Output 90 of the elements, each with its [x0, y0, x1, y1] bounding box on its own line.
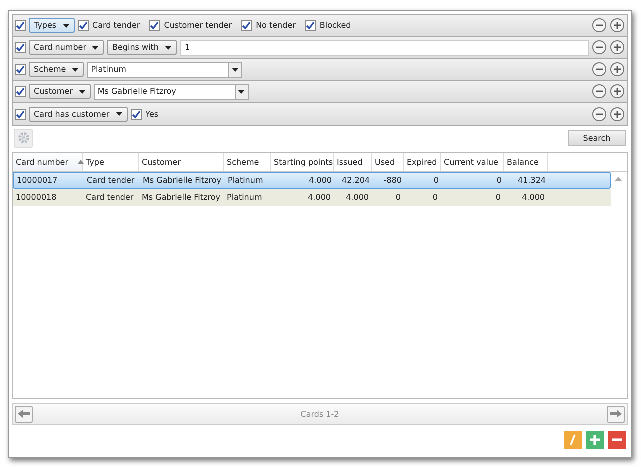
caret-icon	[238, 90, 246, 94]
right-arrow-icon	[610, 410, 622, 418]
checkmark-icon	[16, 110, 25, 118]
column-header[interactable]: Card number	[13, 153, 83, 171]
caret-icon	[116, 112, 123, 116]
table-cell-text: 10000017	[16, 176, 59, 185]
add-icon[interactable]	[610, 106, 625, 122]
gear-icon	[18, 132, 30, 144]
left-arrow-icon	[18, 410, 30, 418]
checkbox[interactable]	[15, 86, 26, 97]
column-header[interactable]: Type	[83, 153, 139, 171]
add-icon[interactable]	[610, 40, 625, 55]
checkmark-icon	[132, 110, 141, 118]
previous-button[interactable]	[15, 406, 33, 422]
table-cell-text: Platinum	[226, 193, 264, 202]
table-row[interactable]: 10000018 Card tender Ms Gabrielle Fitzroy Platinum 4.000 4.000 0 0 0 4.000	[13, 189, 611, 206]
table-row[interactable]: 10000017 Card tender Ms Gabrielle Fitzroy Platinum 4.000 42.204 -880 0 0 41.324	[13, 172, 611, 189]
table-cell-text: 10000018	[15, 193, 58, 202]
table-cell-text: Ms Gabrielle Fitzroy	[141, 193, 222, 202]
next-button[interactable]	[607, 406, 625, 422]
operator-dropdown[interactable]: Begins with	[107, 40, 177, 55]
field-dropdown[interactable]: Card has customer	[29, 106, 128, 122]
caret-icon	[78, 90, 86, 94]
column-header[interactable]: Expired	[404, 153, 441, 171]
remove-icon[interactable]	[592, 40, 607, 55]
table-cell-text: Card tender	[86, 176, 136, 185]
pencil-icon	[568, 434, 578, 446]
caret-icon	[92, 46, 100, 50]
checkmark-icon	[16, 65, 25, 74]
checkmark-icon	[16, 21, 25, 30]
field-dropdown[interactable]: Types	[29, 18, 75, 33]
checkbox[interactable]	[15, 108, 26, 120]
delete-button[interactable]	[608, 431, 626, 449]
table-cell-text: 0	[432, 193, 439, 202]
option-checkbox[interactable]: Blocked	[304, 20, 352, 31]
value-field[interactable]: 1	[180, 40, 589, 56]
table-cell-text: 0	[432, 176, 440, 185]
caret-icon	[232, 68, 239, 72]
table-cell-text: 4.000	[308, 176, 333, 185]
option-checkbox[interactable]: No tender	[241, 20, 296, 31]
option-checkbox[interactable]: Card tender	[78, 20, 140, 31]
table-cell-text: Ms Gabrielle Fitzroy	[142, 176, 222, 185]
caret-icon	[62, 24, 70, 28]
table-cell-text: 4.000	[345, 193, 370, 202]
remove-icon[interactable]	[592, 62, 607, 77]
field-dropdown[interactable]: Card number	[29, 40, 104, 55]
table-cell-text: Card tender	[85, 193, 135, 202]
table-cell-text: 0	[496, 176, 503, 185]
caret-icon	[164, 46, 172, 50]
table-cell-text: 41.324	[517, 176, 547, 185]
checkmark-icon	[16, 87, 25, 96]
column-header[interactable]: Balance	[504, 153, 548, 171]
remove-icon[interactable]	[592, 84, 607, 99]
page-label: Cards 1-2	[300, 410, 340, 418]
search-button[interactable]: Search	[568, 130, 626, 146]
table-cell-text: 42.204	[341, 176, 371, 185]
add-icon[interactable]	[610, 84, 625, 99]
table-cell-text: 4.000	[307, 193, 332, 202]
checkbox[interactable]	[15, 20, 26, 31]
option-checkbox[interactable]: Customer tender	[149, 20, 232, 31]
remove-icon[interactable]	[592, 106, 607, 122]
table-cell-text: Platinum	[227, 176, 264, 185]
value-combobox[interactable]: Ms Gabrielle Fitzroy	[94, 84, 249, 100]
plus-icon	[589, 434, 601, 446]
sort-icon	[78, 160, 84, 164]
remove-icon[interactable]	[592, 18, 607, 33]
option-checkbox[interactable]: Yes	[130, 108, 159, 120]
table-cell-text: 0	[494, 193, 502, 202]
field-dropdown[interactable]: Customer	[29, 84, 91, 99]
checkmark-icon	[150, 21, 160, 30]
checkbox[interactable]	[15, 42, 26, 53]
column-header[interactable]: Starting points	[271, 153, 334, 171]
checkmark-icon	[242, 21, 252, 30]
column-header[interactable]: Current value	[441, 153, 504, 171]
column-header[interactable]: Customer	[139, 153, 224, 171]
add-icon[interactable]	[610, 62, 625, 77]
column-header[interactable]: Used	[372, 153, 404, 171]
field-dropdown[interactable]: Scheme	[29, 62, 84, 77]
caret-icon	[72, 68, 80, 72]
column-header[interactable]: Issued	[334, 153, 372, 171]
table-cell-text: -880	[382, 176, 403, 185]
value-combobox[interactable]: Platinum	[87, 62, 242, 78]
checkmark-icon	[306, 21, 315, 30]
add-icon[interactable]	[610, 18, 625, 33]
checkmark-icon	[78, 21, 88, 30]
checkbox[interactable]	[15, 64, 26, 75]
table-cell-text: 0	[394, 193, 402, 202]
table-cell-text: 4.000	[521, 193, 546, 202]
checkmark-icon	[16, 43, 25, 52]
column-header[interactable]: Scheme	[224, 153, 271, 171]
